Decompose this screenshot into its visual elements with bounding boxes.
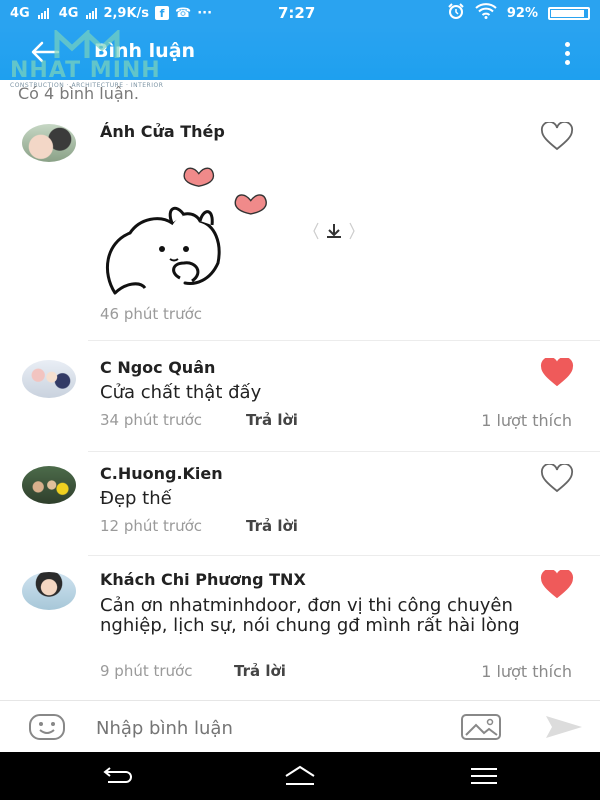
clock: 7:27	[278, 4, 316, 22]
reply-button[interactable]: Trả lời	[246, 411, 298, 429]
menu-nav-icon[interactable]	[467, 764, 501, 788]
back-arrow-icon[interactable]	[30, 40, 60, 67]
wifi-icon	[475, 3, 497, 23]
page-title: Bình luận	[94, 40, 196, 62]
comment-input-bar	[0, 700, 600, 752]
comment-item: C Ngoc Quân Cửa chất thật đấy 34 phút tr…	[0, 354, 600, 460]
like-heart-icon[interactable]	[540, 122, 574, 152]
signal-icon-1	[37, 7, 49, 19]
divider	[88, 340, 600, 341]
avatar[interactable]	[22, 360, 76, 398]
home-nav-icon[interactable]	[283, 764, 317, 788]
comment-item: C.Huong.Kien Đẹp thế 12 phút trước Trả l…	[0, 460, 600, 566]
comment-time: 34 phút trước	[100, 411, 203, 429]
comment-item: Khách Chi Phương TNX Cản ơn nhatminhdoor…	[0, 566, 600, 700]
system-nav-bar	[0, 752, 600, 800]
status-bar: 4G 4G 2,9K/s f ☎ ··· 7:27 92%	[0, 0, 600, 26]
battery-icon	[548, 6, 590, 20]
network-label-2: 4G	[58, 5, 79, 21]
app-bar: Bình luận	[0, 26, 600, 80]
avatar[interactable]	[22, 572, 76, 610]
comment-author[interactable]: Ánh Cửa Thép	[100, 122, 225, 141]
more-notifications-icon: ···	[197, 5, 213, 21]
comment-input[interactable]	[96, 715, 436, 741]
image-attach-icon[interactable]	[460, 713, 502, 741]
back-nav-icon[interactable]	[100, 764, 134, 788]
comment-time: 46 phút trước	[100, 305, 203, 323]
emoji-icon[interactable]	[28, 713, 66, 741]
comment-author[interactable]: Khách Chi Phương TNX	[100, 570, 306, 589]
send-icon[interactable]	[544, 713, 584, 741]
signal-icon-2	[86, 7, 98, 19]
divider	[88, 555, 600, 556]
comment-text: Cửa chất thật đấy	[100, 382, 262, 403]
comment-time: 12 phút trước	[100, 517, 203, 535]
download-icon[interactable]	[312, 220, 356, 242]
notification-icon: ☎	[175, 5, 192, 21]
avatar[interactable]	[22, 466, 76, 504]
more-options-icon[interactable]	[565, 42, 570, 65]
reply-button[interactable]: Trả lời	[234, 662, 286, 680]
avatar[interactable]	[22, 124, 76, 162]
data-speed: 2,9K/s	[103, 5, 150, 21]
comment-text: Đẹp thế	[100, 488, 172, 509]
battery-percent: 92%	[506, 5, 538, 21]
facebook-icon: f	[155, 6, 170, 20]
sticker-image	[106, 167, 267, 295]
divider	[88, 451, 600, 452]
comment-author[interactable]: C.Huong.Kien	[100, 464, 223, 483]
like-heart-icon[interactable]	[540, 570, 574, 600]
comment-text: Cản ơn nhatminhdoor, đơn vị thi công chu…	[100, 595, 520, 636]
comment-author[interactable]: C Ngoc Quân	[100, 358, 215, 377]
comment-time: 9 phút trước	[100, 662, 193, 680]
reply-button[interactable]: Trả lời	[246, 517, 298, 535]
like-count[interactable]: 1 lượt thích	[481, 662, 572, 681]
like-heart-icon[interactable]	[540, 464, 574, 494]
comments-count: Có 4 bình luận.	[18, 84, 139, 103]
network-label-1: 4G	[10, 5, 30, 21]
like-count[interactable]: 1 lượt thích	[481, 411, 572, 430]
alarm-icon	[447, 3, 465, 23]
like-heart-icon[interactable]	[540, 358, 574, 388]
comment-item: Ánh Cửa Thép 46 phút trước	[0, 118, 600, 343]
